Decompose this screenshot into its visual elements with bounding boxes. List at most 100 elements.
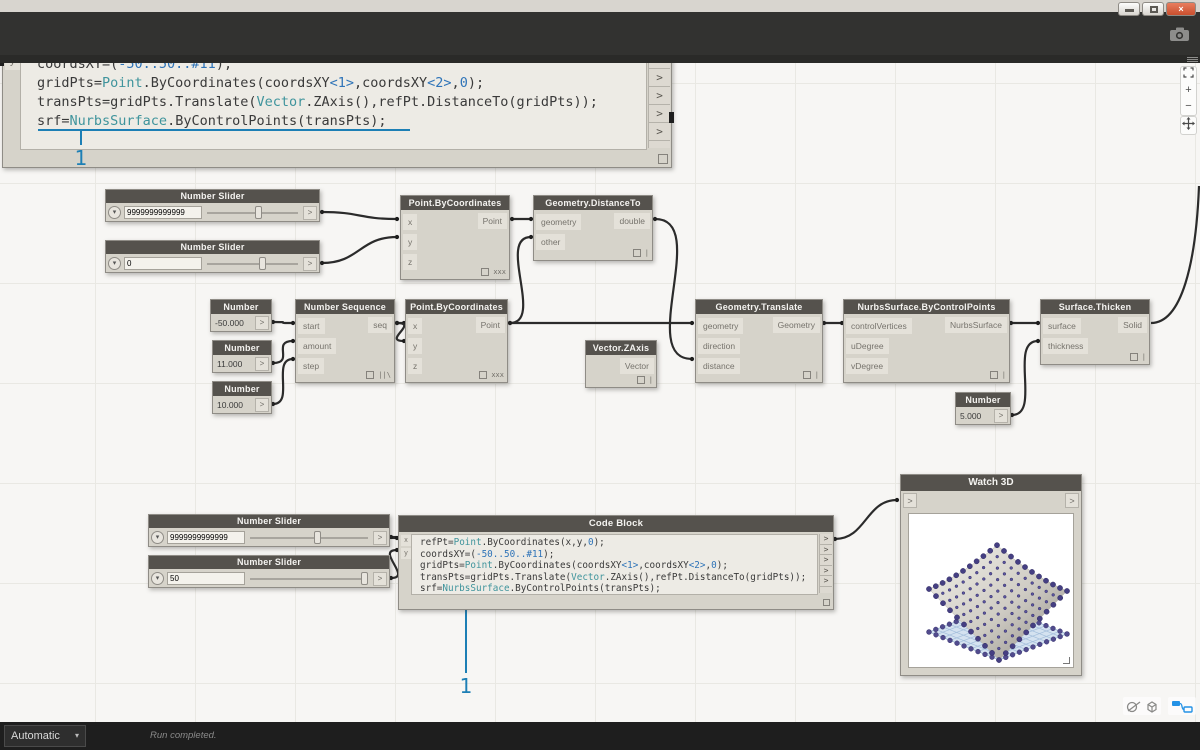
output-port-line-5[interactable]: >	[649, 105, 670, 123]
slider-handle[interactable]	[361, 572, 369, 585]
node-title[interactable]: Code Block	[399, 516, 833, 532]
input-port-y[interactable]: y	[401, 548, 411, 559]
preview-checkbox[interactable]	[802, 371, 811, 379]
preview-checkbox[interactable]	[632, 249, 641, 257]
input-port-z[interactable]: z	[403, 254, 418, 270]
pan-button[interactable]	[1180, 116, 1197, 135]
camera-export-icon[interactable]	[1169, 26, 1190, 47]
lacing-indicator[interactable]: xxx	[491, 371, 504, 379]
input-port-surface[interactable]: surface	[1043, 318, 1081, 334]
input-port-other[interactable]: other	[536, 234, 566, 250]
zoom-in-button[interactable]: +	[1181, 83, 1196, 99]
output-port-seq[interactable]: seq	[368, 317, 392, 333]
number-value[interactable]: -50.000	[213, 318, 253, 328]
node-title[interactable]: Number Slider	[106, 190, 319, 203]
input-port-start[interactable]: start	[298, 318, 325, 334]
zoom-out-button[interactable]: −	[1181, 99, 1196, 115]
node-title[interactable]: Number Slider	[106, 241, 319, 254]
lacing-indicator[interactable]: xxx	[493, 268, 506, 276]
slider-value[interactable]: 9999999999999	[167, 531, 245, 544]
node-number-num4[interactable]: Number 5.000 >	[955, 392, 1011, 425]
input-port-distance[interactable]: distance	[698, 358, 740, 374]
node-title[interactable]: Number	[213, 382, 271, 396]
output-port[interactable]: >	[1065, 493, 1079, 508]
input-port-x[interactable]: x	[401, 535, 411, 546]
node-title[interactable]: Number	[213, 341, 271, 355]
node-title[interactable]: Number Slider	[149, 556, 389, 569]
node-geometry-distanceto-dist[interactable]: Geometry.DistanceTo geometry other double |	[533, 195, 653, 261]
node-title[interactable]: Number	[956, 393, 1010, 407]
node-title[interactable]: Vector.ZAxis	[586, 341, 656, 355]
preview-checkbox[interactable]	[479, 371, 488, 379]
input-port-thickness[interactable]: thickness	[1043, 338, 1089, 354]
output-port-geometry[interactable]: Geometry	[772, 317, 820, 333]
input-port-controlvertices[interactable]: controlVertices	[846, 318, 912, 334]
node-number-slider-slider_top_1[interactable]: Number Slider ▾ 9999999999999 >	[105, 189, 320, 222]
resize-handle-icon[interactable]	[1063, 657, 1070, 664]
slider-track[interactable]	[205, 257, 300, 270]
output-port-line-6[interactable]: >	[649, 123, 670, 141]
lacing-indicator[interactable]: |	[645, 249, 649, 257]
node-code-block-node[interactable]: Code Block x y refPt=Point.ByCoordinates(x,…	[398, 515, 834, 610]
node-title[interactable]: Point.ByCoordinates	[401, 196, 509, 210]
output-port[interactable]: >	[255, 397, 269, 412]
input-port-vdegree[interactable]: vDegree	[846, 358, 889, 374]
node-title[interactable]: Geometry.Translate	[696, 300, 822, 314]
slider-value[interactable]: 0	[124, 257, 202, 270]
lacing-indicator[interactable]: ||\	[378, 371, 391, 379]
output-port-point[interactable]: Point	[475, 317, 505, 333]
input-port[interactable]: >	[903, 493, 917, 508]
slider-value[interactable]: 9999999999999	[124, 206, 202, 219]
slider-handle[interactable]	[258, 257, 266, 270]
input-port-geometry[interactable]: geometry	[536, 214, 582, 230]
lacing-indicator[interactable]: |	[649, 376, 653, 384]
output-port[interactable]: >	[255, 315, 269, 330]
number-value[interactable]: 5.000	[958, 411, 992, 421]
node-number-sequence-seq[interactable]: Number Sequence start amount step seq ||\	[295, 299, 395, 383]
slider-track[interactable]	[248, 572, 370, 585]
close-button[interactable]: ×	[1166, 2, 1196, 16]
node-vector-zaxis-vz[interactable]: Vector.ZAxis Vector |	[585, 340, 657, 388]
input-port-y[interactable]: y	[403, 234, 418, 250]
output-port[interactable]: >	[994, 408, 1008, 423]
preview-checkbox[interactable]	[658, 154, 668, 164]
output-port-vector[interactable]: Vector	[619, 358, 654, 374]
output-port[interactable]: >	[303, 205, 317, 220]
input-port-x[interactable]: x	[403, 214, 418, 230]
output-port-line-3[interactable]: >	[649, 69, 670, 87]
slider-handle[interactable]	[313, 531, 321, 544]
output-port[interactable]: >	[373, 571, 387, 586]
output-port-line-4[interactable]: >	[649, 87, 670, 105]
preview-checkbox[interactable]	[481, 268, 490, 276]
output-port-line-1[interactable]: >	[820, 534, 832, 545]
input-port-geometry[interactable]: geometry	[698, 318, 744, 334]
input-port-step[interactable]: step	[298, 358, 325, 374]
input-port-amount[interactable]: amount	[298, 338, 337, 354]
slider-expand-caret[interactable]: ▾	[108, 206, 121, 219]
node-nurbssurface-bycontrolpoints-nsb[interactable]: NurbsSurface.ByControlPoints controlVerti…	[843, 299, 1010, 383]
preview-checkbox[interactable]	[823, 599, 830, 606]
watch3d-viewport[interactable]	[908, 513, 1074, 668]
input-port-x[interactable]: x	[408, 318, 423, 334]
slider-expand-caret[interactable]: ▾	[151, 572, 164, 585]
maximize-button[interactable]	[1142, 2, 1164, 16]
slider-expand-caret[interactable]: ▾	[108, 257, 121, 270]
lacing-indicator[interactable]: |	[815, 371, 819, 379]
slider-handle[interactable]	[255, 206, 263, 219]
output-port[interactable]: >	[255, 356, 269, 371]
node-title[interactable]: Geometry.DistanceTo	[534, 196, 652, 210]
node-title[interactable]: Number Sequence	[296, 300, 394, 314]
node-title[interactable]: Surface.Thicken	[1041, 300, 1149, 314]
node-title[interactable]: Watch 3D	[901, 475, 1081, 491]
input-port-direction[interactable]: direction	[698, 338, 741, 354]
lacing-indicator[interactable]: |	[1002, 371, 1006, 379]
run-mode-dropdown[interactable]: Automatic ▾	[4, 725, 86, 747]
input-port-y[interactable]: y	[408, 338, 423, 354]
number-value[interactable]: 10.000	[215, 400, 253, 410]
node-title[interactable]: Number Slider	[149, 515, 389, 528]
preview-checkbox[interactable]	[366, 371, 375, 379]
node-number-num3[interactable]: Number 10.000 >	[212, 381, 272, 414]
preview-checkbox[interactable]	[989, 371, 998, 379]
minimize-button[interactable]	[1118, 2, 1140, 16]
output-port-solid[interactable]: Solid	[1118, 317, 1147, 333]
